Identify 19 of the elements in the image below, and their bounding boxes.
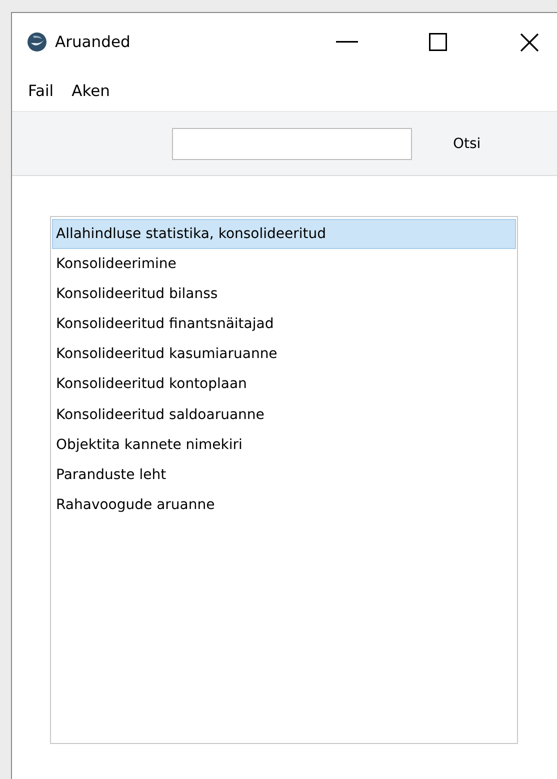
list-item[interactable]: Konsolideeritud finantsnäitajad (52, 309, 516, 340)
search-button[interactable]: Otsi (447, 132, 487, 156)
list-item[interactable]: Konsolideeritud bilanss (52, 279, 516, 310)
minimize-icon (336, 41, 358, 43)
app-logo-icon (27, 32, 47, 52)
list-item[interactable]: Konsolideerimine (52, 249, 516, 280)
list-item[interactable]: Konsolideeritud saldoaruanne (52, 400, 516, 430)
list-item[interactable]: Konsolideeritud kasumiaruanne (52, 339, 516, 370)
list-item[interactable]: Konsolideeritud kontoplaan (52, 369, 516, 400)
list-item[interactable]: Rahavoogude aruanne (52, 490, 516, 520)
window-title: Aruanded (55, 33, 132, 51)
maximize-icon (429, 33, 447, 51)
menu-item[interactable]: Aken (70, 80, 112, 102)
menu-item[interactable]: Fail (26, 80, 56, 102)
list-item[interactable]: Paranduste leht (52, 460, 516, 490)
list-item[interactable]: Allahindluse statistika, konsolideeritud (52, 219, 516, 249)
list-item[interactable]: Objektita kannete nimekiri (52, 430, 516, 460)
close-icon (520, 32, 538, 52)
search-field[interactable] (172, 128, 412, 160)
